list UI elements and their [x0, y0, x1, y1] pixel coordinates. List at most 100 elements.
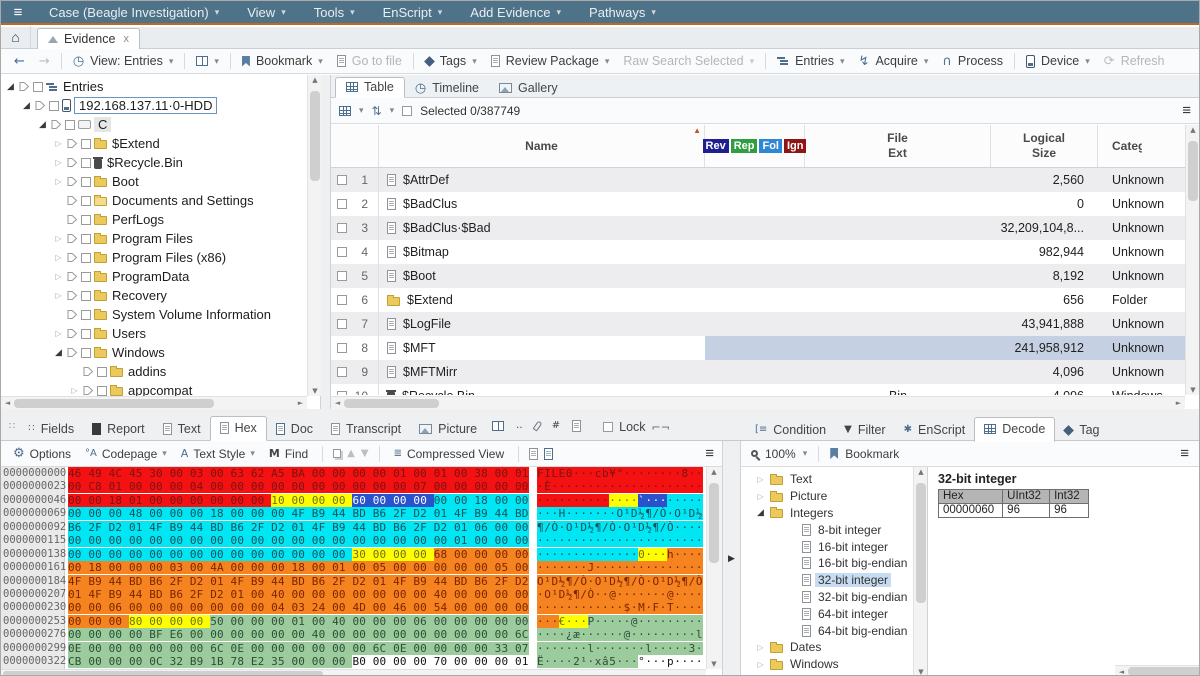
- scroll-down-icon[interactable]: ▼: [914, 668, 928, 676]
- tree-item-programdata[interactable]: ▷ProgramData: [1, 267, 307, 286]
- viewer-tab-text[interactable]: Text: [154, 418, 210, 441]
- raw-search-selected-button[interactable]: Raw Search Selected▾: [616, 50, 761, 72]
- dixon-selector-icon[interactable]: [67, 214, 78, 225]
- padlock-icon[interactable]: ⌐¬: [652, 422, 670, 433]
- grid-view-icon[interactable]: [339, 106, 351, 116]
- ascii-segment-green[interactable]: P·····@·········: [588, 615, 704, 628]
- tags-button[interactable]: Tags▾: [418, 50, 484, 72]
- codepage-button[interactable]: °ACodepage▾: [81, 447, 171, 461]
- hex-ascii[interactable]: ············$·M·F·T····: [533, 601, 706, 614]
- hex-horizontal-scrollbar[interactable]: [1, 669, 706, 676]
- ascii-segment-yellow[interactable]: €···: [559, 615, 588, 628]
- cell-logical-size[interactable]: 982,944: [991, 240, 1098, 264]
- scroll-right-icon[interactable]: ►: [1172, 399, 1185, 407]
- menu-add-evidence[interactable]: Add Evidence▾: [456, 1, 575, 23]
- tree-item-addins[interactable]: addins: [1, 362, 307, 381]
- cell-logical-size[interactable]: 2,560: [991, 168, 1098, 192]
- cell-file-ext[interactable]: [805, 336, 991, 360]
- refresh-button[interactable]: ⟳Refresh: [1097, 50, 1172, 72]
- hex-bytes[interactable]: 00 18 00 00 00 03 00 4A 00 00 00 18 00 0…: [65, 561, 533, 574]
- hex-row[interactable]: 000000004600 00 18 01 00 00 00 00 00 00 …: [1, 494, 706, 507]
- cell-logical-size[interactable]: 43,941,888: [991, 312, 1098, 336]
- cell-badges[interactable]: [705, 240, 805, 264]
- export-icon[interactable]: [529, 448, 538, 460]
- report-doc-button[interactable]: [566, 416, 587, 436]
- row-checkbox[interactable]: [337, 319, 347, 329]
- tree-item-appcompat[interactable]: ▷appcompat: [1, 381, 307, 396]
- tree-checkbox[interactable]: [81, 253, 91, 263]
- scrollbar-thumb[interactable]: [709, 483, 719, 563]
- decode-vertical-scrollbar[interactable]: ▲ ▼: [913, 467, 927, 676]
- hex-bytes[interactable]: 00 00 00 00 00 00 00 00 00 00 00 00 00 0…: [65, 534, 533, 547]
- hex-segment-cyan[interactable]: 00 00 00 48 00 00 00 18 00 00 00 4F B9 4…: [68, 507, 529, 520]
- bookmark-label[interactable]: Bookmark: [845, 447, 899, 461]
- row-checkbox[interactable]: [337, 271, 347, 281]
- hamburger-icon[interactable]: ≡: [1, 4, 35, 21]
- header-cell-category[interactable]: Categ: [1098, 125, 1187, 167]
- tree-checkbox[interactable]: [81, 196, 91, 206]
- cell-logical-size[interactable]: 8,192: [991, 264, 1098, 288]
- tree-item-windows[interactable]: ▷Windows: [741, 656, 913, 673]
- view-entries-button[interactable]: ◷View: Entries▾: [66, 50, 181, 72]
- cell-name[interactable]: $LogFile: [379, 312, 705, 336]
- collapse-icon[interactable]: ◢: [755, 508, 766, 518]
- hash-button[interactable]: #: [546, 417, 566, 435]
- tree-item-16-bit-big-endian[interactable]: 16-bit big-endian: [741, 555, 913, 572]
- row-select-cell[interactable]: 2: [331, 192, 379, 216]
- scrollbar-thumb[interactable]: [916, 483, 926, 603]
- menu-case-beagle-investigation[interactable]: Case (Beagle Investigation)▾: [35, 1, 233, 23]
- cell-badges[interactable]: [705, 336, 805, 360]
- ascii-segment-yellow[interactable]: 0···: [638, 548, 667, 561]
- cell-name[interactable]: $Boot: [379, 264, 705, 288]
- device-button[interactable]: Device▾: [1019, 50, 1097, 72]
- ascii-segment-orange[interactable]: h····: [667, 548, 703, 561]
- hex-segment-orange[interactable]: 68 00 00 00 00: [434, 548, 529, 561]
- dixon-selector-icon[interactable]: [67, 309, 78, 320]
- cell-file-ext[interactable]: [805, 312, 991, 336]
- viewer-tab-doc[interactable]: Doc: [267, 418, 322, 441]
- collapse-right-icon[interactable]: ▶: [728, 554, 735, 564]
- tree-checkbox[interactable]: [81, 158, 91, 168]
- process-button[interactable]: ∩Process: [935, 50, 1010, 72]
- expand-icon[interactable]: ▷: [69, 386, 80, 395]
- sort-arrow[interactable]: ▾: [390, 105, 395, 116]
- table-vertical-scrollbar[interactable]: ▲ ▼: [1185, 125, 1199, 395]
- row-checkbox[interactable]: [337, 175, 347, 185]
- badge-header-rev[interactable]: Rev: [703, 139, 729, 153]
- tree-item-recovery[interactable]: ▷Recovery: [1, 286, 307, 305]
- hex-ascii[interactable]: ¶/Ò·O¹D½¶/Ò·O¹D½¶/Ò····: [533, 521, 706, 534]
- hex-segment-orange[interactable]: 00 00 00: [68, 615, 129, 628]
- scroll-down-icon[interactable]: ▼: [1186, 386, 1200, 394]
- scroll-down-icon[interactable]: ▼: [707, 660, 721, 668]
- table-row[interactable]: 1$AttrDef2,560Unknown: [331, 168, 1187, 192]
- row-checkbox[interactable]: [337, 295, 347, 305]
- dixon-selector-icon[interactable]: [67, 252, 78, 263]
- ascii-segment-yellow[interactable]: ····: [609, 494, 638, 507]
- hex-row[interactable]: 000000023000 00 06 00 00 00 00 00 00 00 …: [1, 601, 706, 614]
- cell-name[interactable]: $AttrDef: [379, 168, 705, 192]
- collapse-icon[interactable]: ◢: [21, 101, 32, 111]
- ascii-segment-cyan[interactable]: ·······················: [537, 534, 703, 547]
- dixon-selector-icon[interactable]: [67, 290, 78, 301]
- cell-name[interactable]: $BadClus: [379, 192, 705, 216]
- layout-button[interactable]: ▾: [189, 50, 226, 72]
- cell-logical-size[interactable]: 0: [991, 192, 1098, 216]
- row-select-cell[interactable]: 9: [331, 360, 379, 384]
- cell-badges[interactable]: [705, 168, 805, 192]
- cell-category[interactable]: Folder: [1098, 288, 1187, 312]
- hex-segment-green[interactable]: 0E 00 00 00 00 00 00 6C 0E 00 00 00 00 0…: [68, 642, 529, 655]
- hex-row[interactable]: 000000013800 00 00 00 00 00 00 00 00 00 …: [1, 548, 706, 561]
- hex-segment-yellow[interactable]: 80 00 00 00: [129, 615, 210, 628]
- analysis-tab-tag[interactable]: Tag: [1055, 419, 1108, 442]
- table-row[interactable]: 3$BadClus·$Bad32,209,104,8...Unknown: [331, 216, 1187, 240]
- hex-segment-white[interactable]: B0 00 00 00 70 00 00 00 01: [352, 655, 528, 668]
- tree-item-users[interactable]: ▷Users: [1, 324, 307, 343]
- ascii-segment-cyan[interactable]: ···H·······O¹D½¶/Ò·O¹D½: [537, 507, 703, 520]
- cell-badges[interactable]: [705, 360, 805, 384]
- cell-badges[interactable]: [705, 288, 805, 312]
- scroll-left-icon[interactable]: ◄: [331, 399, 344, 407]
- view-tab-table[interactable]: Table: [335, 77, 405, 98]
- forward-button[interactable]: →: [32, 50, 57, 72]
- analysis-tab-filter[interactable]: ▼Filter: [835, 419, 894, 442]
- tree-item-16-bit-integer[interactable]: 16-bit integer: [741, 538, 913, 555]
